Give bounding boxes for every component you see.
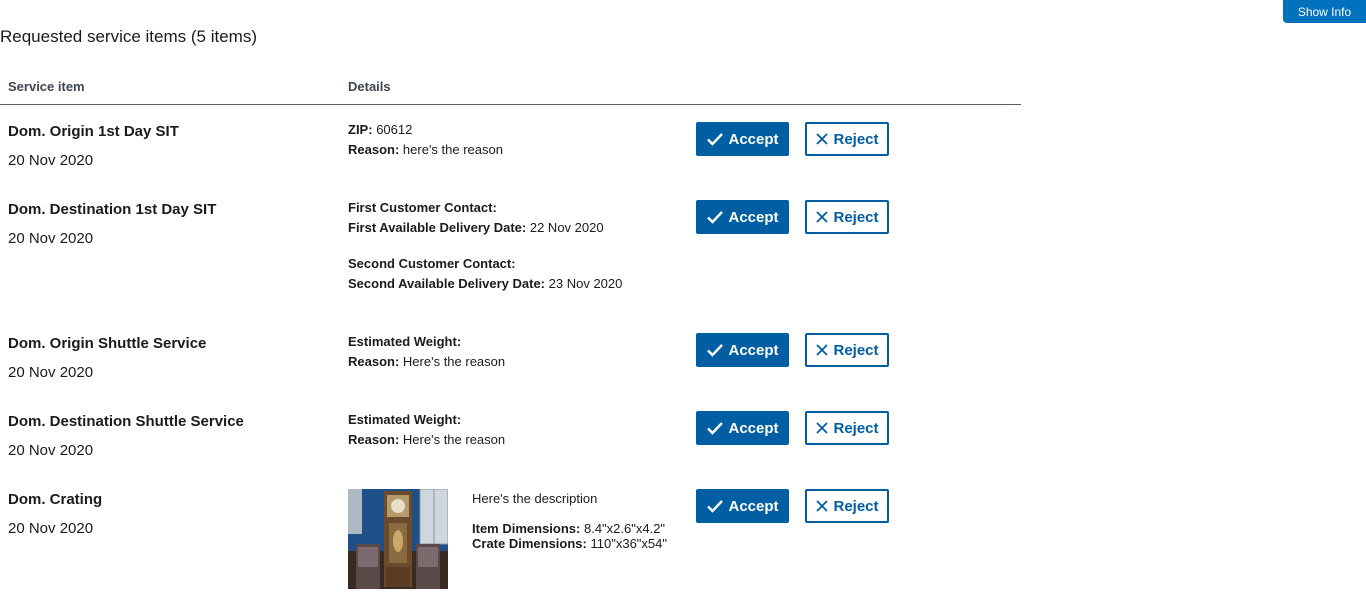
service-item-date: 20 Nov 2020 xyxy=(8,230,94,247)
reject-button-label: Reject xyxy=(833,208,879,226)
detail-value: Here's the reason xyxy=(402,354,506,369)
service-item-details: Item Dimensions: 8.4"x2.6"x4.2" Crate Di… xyxy=(472,521,667,551)
accept-button-label: Accept xyxy=(728,341,779,359)
table-row: Dom. Destination 1st Day SIT 20 Nov 2020… xyxy=(0,198,1021,301)
page-title: Requested service items (5 items) xyxy=(0,27,257,46)
reject-button-label: Reject xyxy=(833,497,879,515)
detail-value: 22 Nov 2020 xyxy=(529,220,604,235)
reject-button[interactable]: Reject xyxy=(805,489,889,523)
table-row: Dom. Origin Shuttle Service 20 Nov 2020 … xyxy=(0,332,1021,385)
close-icon xyxy=(816,422,829,434)
detail-label: Reason: xyxy=(348,142,400,157)
detail-label: Estimated Weight: xyxy=(348,334,462,349)
detail-value: 110"x36"x54" xyxy=(590,536,668,551)
reject-button-label: Reject xyxy=(833,341,879,359)
detail-label: First Customer Contact: xyxy=(348,200,497,215)
check-icon xyxy=(707,500,724,513)
column-header-details: Details xyxy=(348,79,391,94)
close-icon xyxy=(816,500,829,512)
close-icon xyxy=(816,344,829,356)
detail-value: here's the reason xyxy=(402,142,503,157)
reject-button[interactable]: Reject xyxy=(805,333,889,367)
check-icon xyxy=(707,344,724,357)
crate-description: Here's the description xyxy=(472,491,598,506)
close-icon xyxy=(816,133,829,145)
service-item-name: Dom. Origin 1st Day SIT xyxy=(8,123,179,140)
table-row: Dom. Origin 1st Day SIT 20 Nov 2020 ZIP:… xyxy=(0,120,1021,173)
service-item-details: First Customer Contact: First Available … xyxy=(348,198,622,294)
service-item-details: Estimated Weight: Reason: Here's the rea… xyxy=(348,410,505,450)
detail-label: Reason: xyxy=(348,432,400,447)
detail-label: Item Dimensions: xyxy=(472,521,581,536)
detail-label: Reason: xyxy=(348,354,400,369)
column-header-service-item: Service item xyxy=(8,79,85,94)
accept-button[interactable]: Accept xyxy=(696,122,789,156)
service-item-date: 20 Nov 2020 xyxy=(8,364,94,381)
detail-label: Second Available Delivery Date: xyxy=(348,276,546,291)
service-item-date: 20 Nov 2020 xyxy=(8,152,94,169)
service-item-date: 20 Nov 2020 xyxy=(8,442,94,459)
table-row: Dom. Crating 20 Nov 2020 Here's the desc… xyxy=(0,489,1021,591)
accept-button-label: Accept xyxy=(728,497,779,515)
accept-button-label: Accept xyxy=(728,419,779,437)
reject-button[interactable]: Reject xyxy=(805,200,889,234)
accept-button-label: Accept xyxy=(728,208,779,226)
check-icon xyxy=(707,133,724,146)
detail-label: ZIP: xyxy=(348,122,373,137)
accept-button[interactable]: Accept xyxy=(696,411,789,445)
check-icon xyxy=(707,211,724,224)
service-item-details: ZIP: 60612 Reason: here's the reason xyxy=(348,120,503,160)
reject-button[interactable]: Reject xyxy=(805,411,889,445)
service-item-name: Dom. Origin Shuttle Service xyxy=(8,335,207,352)
detail-label: Second Customer Contact: xyxy=(348,256,516,271)
service-item-name: Dom. Destination 1st Day SIT xyxy=(8,201,217,218)
table-row: Dom. Destination Shuttle Service 20 Nov … xyxy=(0,410,1021,463)
show-info-button[interactable]: Show Info xyxy=(1283,0,1366,23)
detail-label: First Available Delivery Date: xyxy=(348,220,527,235)
crate-item-photo xyxy=(348,489,448,589)
detail-label: Crate Dimensions: xyxy=(472,536,587,551)
accept-button-label: Accept xyxy=(728,130,779,148)
service-item-date: 20 Nov 2020 xyxy=(8,520,94,537)
reject-button-label: Reject xyxy=(833,130,879,148)
service-item-name: Dom. Destination Shuttle Service xyxy=(8,413,244,430)
accept-button[interactable]: Accept xyxy=(696,333,789,367)
table-header: Service item Details xyxy=(0,76,1021,105)
detail-value: Here's the reason xyxy=(402,432,506,447)
detail-value: 8.4"x2.6"x4.2" xyxy=(583,521,666,536)
reject-button[interactable]: Reject xyxy=(805,122,889,156)
reject-button-label: Reject xyxy=(833,419,879,437)
accept-button[interactable]: Accept xyxy=(696,200,789,234)
check-icon xyxy=(707,422,724,435)
accept-button[interactable]: Accept xyxy=(696,489,789,523)
close-icon xyxy=(816,211,829,223)
detail-value: 60612 xyxy=(376,122,413,137)
service-item-name: Dom. Crating xyxy=(8,491,103,508)
detail-label: Estimated Weight: xyxy=(348,412,462,427)
detail-value: 23 Nov 2020 xyxy=(548,276,623,291)
service-item-details: Estimated Weight: Reason: Here's the rea… xyxy=(348,332,505,372)
